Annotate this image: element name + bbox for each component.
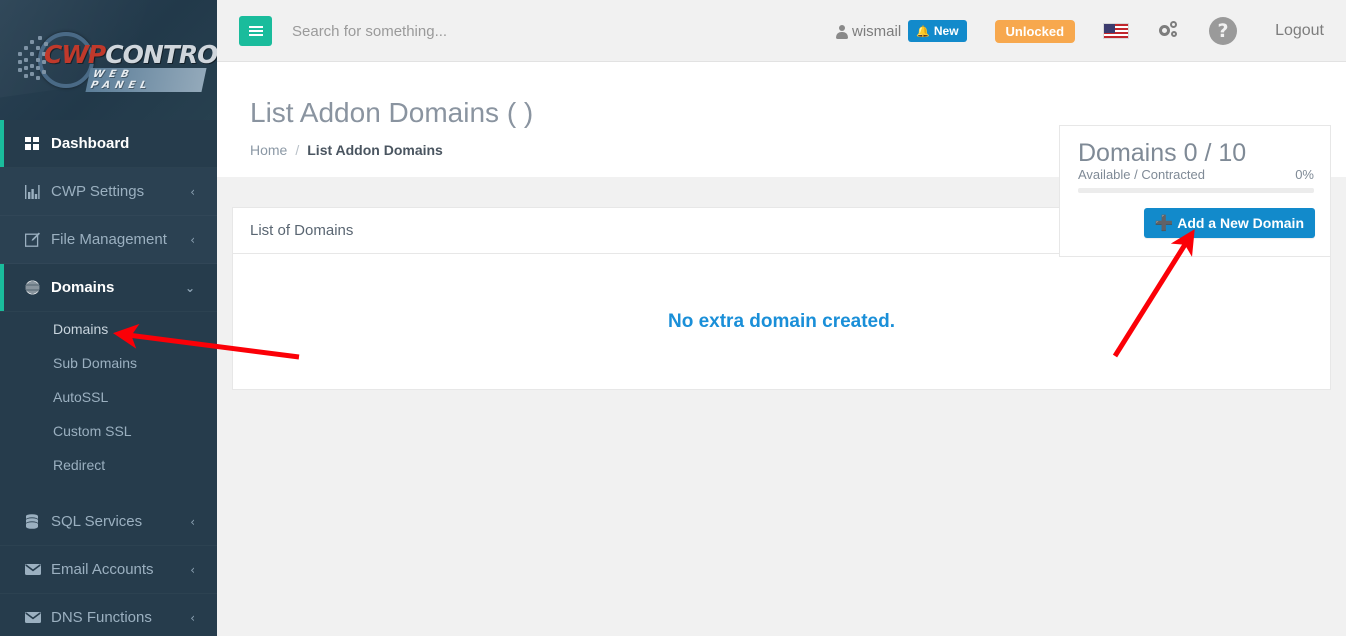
logo-graphic: CWPCONTROL WEB PANEL <box>14 20 217 98</box>
notifications-badge[interactable]: 🔔 New <box>908 20 967 42</box>
sidebar-item-file-management[interactable]: File Management ‹ <box>0 216 217 264</box>
menu-toggle-button[interactable] <box>239 16 272 46</box>
sidebar: CWPCONTROL WEB PANEL Dashboard CWP Setti… <box>0 0 217 636</box>
add-new-domain-label: Add a New Domain <box>1177 215 1304 231</box>
submenu-spacer <box>0 482 217 498</box>
edit-square-icon <box>25 232 51 247</box>
empty-state-message: No extra domain created. <box>667 311 896 332</box>
domains-quota-percent: 0% <box>1295 167 1314 182</box>
flag-canton <box>1104 24 1116 33</box>
sidebar-item-label: File Management <box>51 231 167 248</box>
logo-wordmark: CWPCONTROL <box>44 40 217 69</box>
sidebar-item-label: DNS Functions <box>51 609 152 626</box>
navbar-right-group: wismail 🔔 New Unlocked ? Logout <box>835 0 1324 62</box>
chevron-down-icon: ⌄ <box>184 280 195 295</box>
brand-logo[interactable]: CWPCONTROL WEB PANEL <box>0 0 217 120</box>
bell-icon: 🔔 <box>916 25 930 38</box>
search-input[interactable] <box>290 14 710 48</box>
sidebar-item-email-accounts[interactable]: Email Accounts ‹ <box>0 546 217 594</box>
user-icon <box>835 24 848 39</box>
plus-icon: ➕ <box>1154 214 1174 232</box>
sidebar-subitem-label: Domains <box>53 321 109 337</box>
sidebar-subitem-label: Redirect <box>53 457 106 473</box>
globe-icon <box>25 280 51 295</box>
add-new-domain-button[interactable]: ➕ Add a New Domain <box>1143 208 1315 238</box>
breadcrumb-home[interactable]: Home <box>250 142 287 158</box>
sidebar-item-label: Domains <box>51 279 115 296</box>
gear-icon[interactable] <box>1159 21 1181 41</box>
chevron-left-icon: ‹ <box>190 562 195 577</box>
logo-tagline: WEB PANEL <box>85 68 207 92</box>
breadcrumb-separator: / <box>295 142 300 158</box>
domains-quota-title: Domains 0 / 10 <box>1078 139 1247 167</box>
envelope-icon <box>25 612 51 623</box>
username-label: wismail <box>851 22 902 40</box>
sidebar-subitem-autossl[interactable]: AutoSSL <box>0 380 217 414</box>
user-account[interactable]: wismail <box>835 22 902 40</box>
database-icon <box>25 514 51 529</box>
sidebar-item-label: Dashboard <box>51 135 130 152</box>
sidebar-item-label: Email Accounts <box>51 561 154 578</box>
sidebar-subitem-label: AutoSSL <box>53 389 109 405</box>
sidebar-subitem-label: Sub Domains <box>53 355 138 371</box>
app-root: CWPCONTROL WEB PANEL Dashboard CWP Setti… <box>0 0 1346 636</box>
chevron-left-icon: ‹ <box>190 610 195 625</box>
sidebar-item-label: CWP Settings <box>51 183 145 200</box>
breadcrumb-current: List Addon Domains <box>307 142 443 158</box>
domains-quota-subtitle: Available / Contracted <box>1078 167 1205 182</box>
top-navbar: wismail 🔔 New Unlocked ? Logout <box>217 0 1346 62</box>
chevron-left-icon: ‹ <box>190 232 195 247</box>
chart-bar-icon <box>25 184 51 199</box>
sidebar-subitem-custom-ssl[interactable]: Custom SSL <box>0 414 217 448</box>
sidebar-subitem-label: Custom SSL <box>53 423 132 439</box>
logout-button[interactable]: Logout <box>1275 22 1324 40</box>
envelope-icon <box>25 564 51 575</box>
logo-text-cwp: CWP <box>44 40 106 69</box>
status-badge[interactable]: Unlocked <box>994 19 1076 43</box>
logo-text-control: CONTROL <box>105 40 217 69</box>
notifications-badge-label: New <box>933 24 959 38</box>
chevron-left-icon: ‹ <box>190 514 195 529</box>
panel-title: List of Domains <box>250 222 354 239</box>
us-flag-icon[interactable] <box>1103 23 1130 39</box>
chevron-left-icon: ‹ <box>190 184 195 199</box>
sidebar-item-dashboard[interactable]: Dashboard <box>0 120 217 168</box>
sidebar-item-label: SQL Services <box>51 513 143 530</box>
panel-body: No extra domain created. <box>233 254 1330 390</box>
hamburger-icon <box>248 24 263 38</box>
sidebar-subitem-domains[interactable]: Domains <box>0 312 217 346</box>
sidebar-item-cwp-settings[interactable]: CWP Settings ‹ <box>0 168 217 216</box>
grid-icon <box>25 137 51 150</box>
sidebar-subitem-sub-domains[interactable]: Sub Domains <box>0 346 217 380</box>
breadcrumb: Home / List Addon Domains <box>250 142 443 158</box>
domains-quota-card: Domains 0 / 10 Available / Contracted 0%… <box>1059 125 1331 257</box>
sidebar-item-domains[interactable]: Domains ⌄ <box>0 264 217 312</box>
sidebar-item-sql-services[interactable]: SQL Services ‹ <box>0 498 217 546</box>
sidebar-item-dns-functions[interactable]: DNS Functions ‹ <box>0 594 217 636</box>
page-title: List Addon Domains ( ) <box>250 97 534 128</box>
domains-progress-bar <box>1078 188 1314 193</box>
help-icon[interactable]: ? <box>1209 17 1238 45</box>
domains-submenu: Domains Sub Domains AutoSSL Custom SSL R… <box>0 312 217 482</box>
sidebar-subitem-redirect[interactable]: Redirect <box>0 448 217 482</box>
